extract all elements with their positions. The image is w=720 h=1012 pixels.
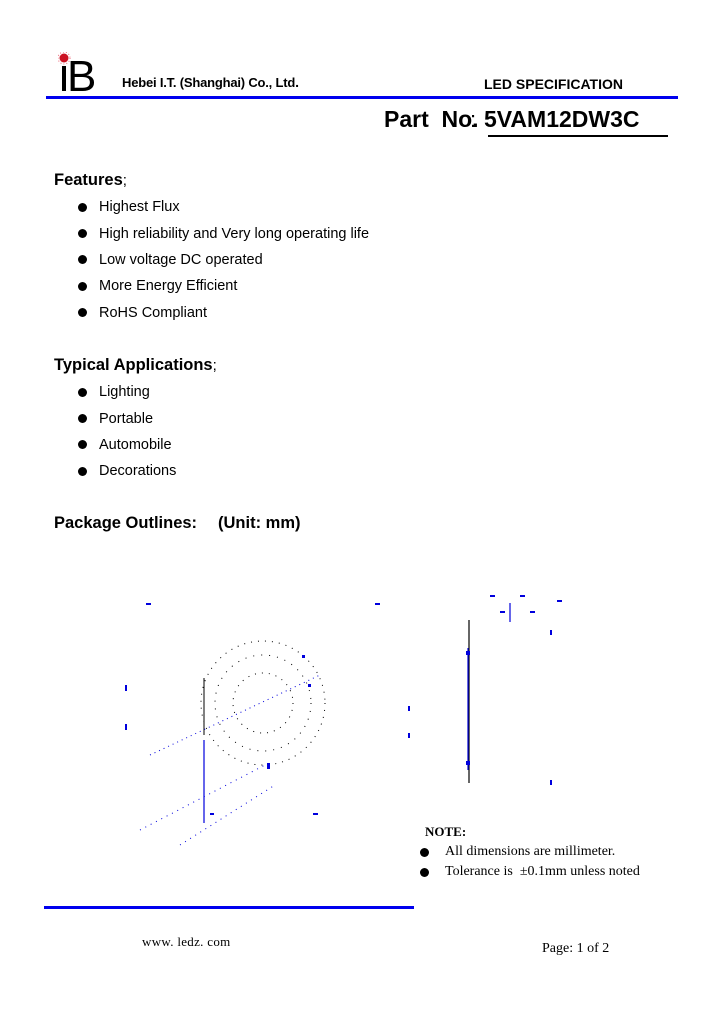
bullet-icon	[78, 202, 87, 212]
list-item: Portable	[78, 405, 176, 431]
dim-arrow	[466, 651, 470, 655]
bullet-icon	[78, 440, 87, 450]
header-divider	[46, 96, 678, 99]
front-view	[125, 603, 380, 846]
company-name-period: .	[295, 74, 299, 90]
website-link[interactable]: www. ledz. com	[142, 934, 231, 950]
bullet-icon	[420, 847, 429, 857]
applications-heading-colon: ;	[212, 357, 217, 374]
leader-line	[139, 764, 266, 831]
company-name-text: Hebei I.T. (Shanghai) Co., Ltd	[122, 75, 296, 90]
bullet-icon	[78, 255, 87, 265]
dim-tick	[530, 611, 535, 613]
dim-tick	[125, 724, 127, 730]
dim-tick	[408, 733, 410, 738]
applications-list: Lighting Portable Automobile Decorations	[78, 379, 176, 485]
part-number-colon: :	[470, 107, 477, 132]
svg-text:B: B	[67, 52, 96, 92]
dim-tick	[375, 603, 380, 605]
application-text: Automobile	[99, 436, 172, 453]
feature-text: Low voltage DC operated	[99, 251, 263, 268]
feature-text: Highest Flux	[99, 199, 180, 216]
part-number-label: Part No.	[384, 106, 479, 132]
feature-text: More Energy Efficient	[99, 278, 238, 295]
inner-ring-outline	[232, 672, 294, 734]
features-heading-text: Features	[54, 171, 123, 189]
package-unit-label: (Unit: mm)	[218, 514, 301, 532]
list-item: Low voltage DC operated	[78, 247, 369, 273]
features-heading-colon: ;	[122, 172, 127, 189]
application-text: Decorations	[99, 463, 177, 480]
company-logo: B	[57, 51, 114, 101]
dim-tick	[550, 780, 552, 785]
dim-tick	[313, 813, 318, 815]
list-item: Automobile	[78, 432, 176, 458]
dim-tick	[146, 603, 151, 605]
dim-tick	[550, 630, 552, 635]
application-text: Portable	[99, 410, 154, 427]
package-outline-drawing	[125, 595, 562, 846]
feature-text: High reliability and Very long operating…	[99, 225, 370, 242]
list-item: Decorations	[78, 458, 176, 484]
bullet-icon	[78, 387, 87, 397]
dim-tick	[500, 611, 505, 613]
bullet-icon	[78, 229, 87, 239]
application-text: Lighting	[99, 384, 150, 401]
footer-divider	[44, 906, 414, 909]
dim-tick	[210, 813, 214, 815]
middle-ring-outline	[214, 654, 312, 752]
dim-tick	[490, 595, 495, 597]
bullet-icon	[78, 466, 87, 476]
bullet-icon	[78, 414, 87, 424]
features-list: Highest Flux High reliability and Very l…	[78, 194, 369, 326]
side-view	[408, 595, 562, 785]
logo-mark-icon: B	[57, 51, 96, 101]
dim-tick	[308, 684, 311, 687]
bullet-icon	[78, 308, 87, 318]
note-text: Tolerance is ±0.1mm unless noted	[445, 864, 640, 879]
part-number-value: 5VAM12DW3C	[484, 106, 640, 132]
applications-heading: Typical Applications;	[54, 356, 217, 375]
dim-tick	[520, 595, 525, 597]
list-item: Highest Flux	[78, 194, 369, 220]
document-type: LED SPECIFICATION	[484, 76, 623, 92]
note-heading: NOTE:	[425, 824, 467, 839]
note-text: All dimensions are millimeter.	[445, 844, 616, 859]
feature-text: RoHS Compliant	[99, 304, 207, 321]
leader-line	[149, 674, 321, 756]
company-name: Hebei I.T. (Shanghai) Co., Ltd.	[122, 74, 299, 90]
features-heading: Features;	[54, 171, 127, 190]
notes-list: All dimensions are millimeter. Tolerance…	[420, 842, 640, 882]
page-indicator: Page: 1 of 2	[542, 941, 610, 956]
list-item: RoHS Compliant	[78, 300, 369, 326]
dim-tick	[557, 600, 562, 602]
dim-tick	[408, 706, 410, 711]
bullet-icon	[78, 281, 87, 291]
part-number-underline	[488, 135, 668, 137]
package-outlines-heading: Package Outlines:	[54, 514, 198, 532]
list-item: High reliability and Very long operating…	[78, 220, 369, 246]
list-item: Tolerance is ±0.1mm unless noted	[420, 862, 640, 882]
bullet-icon	[420, 867, 429, 877]
dim-tick	[125, 685, 127, 691]
list-item: More Energy Efficient	[78, 273, 369, 299]
leader-line	[179, 784, 276, 846]
dim-tick	[267, 763, 270, 769]
dim-tick	[302, 655, 305, 658]
list-item: All dimensions are millimeter.	[420, 842, 640, 862]
dim-arrow	[466, 761, 470, 765]
list-item: Lighting	[78, 379, 176, 405]
applications-heading-text: Typical Applications	[54, 356, 213, 374]
outer-ring-outline	[200, 640, 326, 766]
